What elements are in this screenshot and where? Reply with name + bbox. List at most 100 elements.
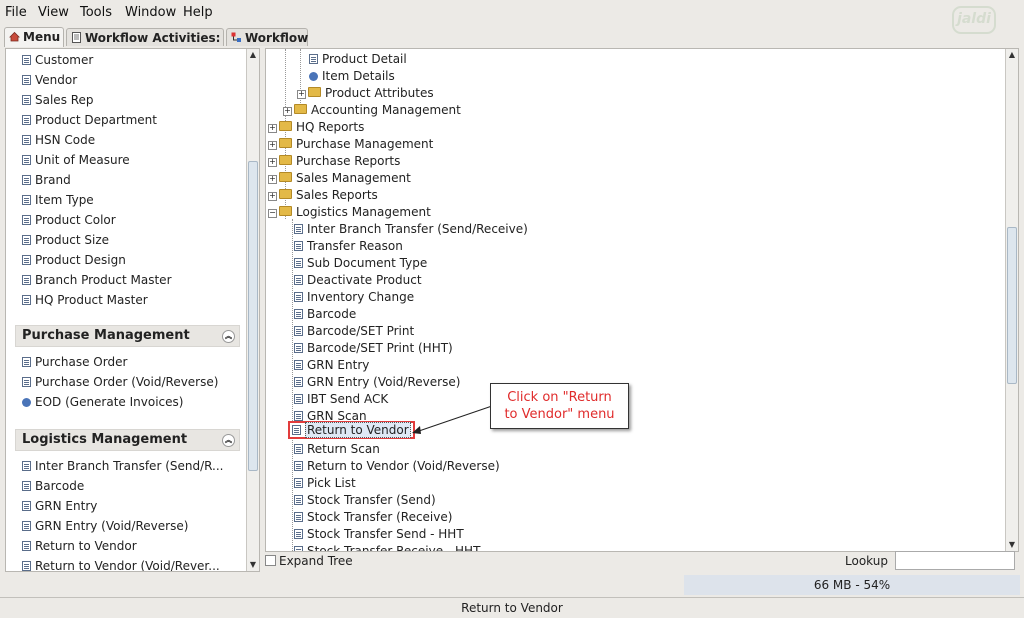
menu-file[interactable]: File: [5, 5, 27, 20]
lookup-input[interactable]: [895, 551, 1015, 570]
tree-item[interactable]: Inter Branch Transfer (Send/Receive): [294, 221, 528, 238]
tree-item[interactable]: Barcode: [294, 306, 356, 323]
scroll-up-icon[interactable]: ▲: [247, 49, 259, 61]
menu-item[interactable]: EOD (Generate Invoices): [22, 393, 183, 411]
menu-item[interactable]: Purchase Order (Void/Reverse): [22, 373, 218, 391]
menu-item[interactable]: Brand: [22, 171, 71, 189]
menu-item[interactable]: Sales Rep: [22, 91, 94, 109]
expand-icon[interactable]: +: [268, 124, 277, 133]
menu-tools[interactable]: Tools: [80, 5, 112, 20]
document-icon: [22, 561, 31, 571]
tree-item[interactable]: IBT Send ACK: [294, 391, 388, 408]
tree-item[interactable]: Deactivate Product: [294, 272, 422, 289]
menu-item[interactable]: HSN Code: [22, 131, 95, 149]
menu-item[interactable]: GRN Entry (Void/Reverse): [22, 517, 188, 535]
expand-tree-checkbox[interactable]: Expand Tree: [265, 554, 353, 568]
section-logistics-management[interactable]: Logistics Management ︽: [15, 429, 240, 451]
tree-item[interactable]: Return Scan: [294, 441, 380, 458]
tree-folder-sales-reports[interactable]: + Sales Reports: [268, 187, 378, 204]
tree-folder-accounting[interactable]: + Accounting Management: [283, 102, 461, 119]
collapse-icon[interactable]: ︽: [222, 330, 235, 343]
scroll-down-icon[interactable]: ▼: [1006, 539, 1018, 551]
menu-item[interactable]: Customer: [22, 51, 93, 69]
tree-folder-logistics-management[interactable]: − Logistics Management: [268, 204, 431, 221]
tree-item[interactable]: Pick List: [294, 475, 356, 492]
collapse-tree-icon[interactable]: −: [268, 209, 277, 218]
scroll-thumb[interactable]: [248, 161, 258, 471]
section-purchase-management[interactable]: Purchase Management ︽: [15, 325, 240, 347]
folder-icon: [308, 87, 321, 97]
tree-item[interactable]: Inventory Change: [294, 289, 414, 306]
expand-icon[interactable]: +: [268, 158, 277, 167]
tree-item[interactable]: Barcode/SET Print: [294, 323, 414, 340]
scroll-down-icon[interactable]: ▼: [247, 559, 259, 571]
workflow-icon: [231, 32, 241, 42]
tree-item-item-details[interactable]: Item Details: [309, 68, 395, 85]
folder-icon: [279, 172, 292, 182]
document-icon: [22, 461, 31, 471]
tree-item[interactable]: Sub Document Type: [294, 255, 427, 272]
menu-help[interactable]: Help: [183, 5, 213, 20]
collapse-icon[interactable]: ︽: [222, 434, 235, 447]
tree-item[interactable]: Barcode/SET Print (HHT): [294, 340, 453, 357]
tree-item[interactable]: Stock Transfer (Receive): [294, 509, 452, 526]
menu-item[interactable]: Item Type: [22, 191, 94, 209]
menu-item[interactable]: Return to Vendor: [22, 537, 137, 555]
menu-item[interactable]: Product Design: [22, 251, 126, 269]
document-icon: [22, 175, 31, 185]
expand-icon[interactable]: +: [268, 175, 277, 184]
tree-folder-purchase-reports[interactable]: + Purchase Reports: [268, 153, 400, 170]
menu-item[interactable]: Product Department: [22, 111, 157, 129]
tree-folder-purchase-management[interactable]: + Purchase Management: [268, 136, 433, 153]
tab-workflow-activities[interactable]: Workflow Activities: 0: [66, 28, 224, 63]
menu-item[interactable]: Return to Vendor (Void/Rever...: [22, 557, 220, 571]
menu-item[interactable]: Product Color: [22, 211, 116, 229]
menu-item[interactable]: Branch Product Master: [22, 271, 172, 289]
checkbox-icon[interactable]: [265, 555, 276, 566]
expand-icon[interactable]: +: [297, 90, 306, 99]
tree-item[interactable]: GRN Entry (Void/Reverse): [294, 374, 460, 391]
tab-strip: Menu Workflow Activities: 0 Workflow: [0, 26, 1024, 63]
tree-item-return-to-vendor-selected[interactable]: Return to Vendor: [288, 421, 415, 439]
tree-folder-product-attributes[interactable]: + Product Attributes: [297, 85, 434, 102]
menu-item[interactable]: Purchase Order: [22, 353, 127, 371]
menu-window[interactable]: Window: [125, 5, 176, 20]
expand-icon[interactable]: +: [283, 107, 292, 116]
memory-indicator[interactable]: 66 MB - 54%: [684, 575, 1020, 595]
tab-workflow[interactable]: Workflow: [226, 28, 308, 46]
tab-menu[interactable]: Menu: [4, 27, 64, 47]
document-icon: [22, 501, 31, 511]
menu-item[interactable]: Inter Branch Transfer (Send/R...: [22, 457, 224, 475]
menu-item[interactable]: Product Size: [22, 231, 109, 249]
expand-icon[interactable]: +: [268, 192, 277, 201]
tree-folder-sales-management[interactable]: + Sales Management: [268, 170, 411, 187]
left-scrollbar[interactable]: ▲ ▼: [246, 49, 259, 571]
tree-item[interactable]: GRN Entry: [294, 357, 369, 374]
tree-item[interactable]: Transfer Reason: [294, 238, 403, 255]
document-icon: [22, 95, 31, 105]
lookup-label: Lookup: [845, 554, 888, 568]
expand-icon[interactable]: +: [268, 141, 277, 150]
menu-item[interactable]: Unit of Measure: [22, 151, 130, 169]
tree-item-product-detail[interactable]: Product Detail: [309, 51, 407, 68]
menu-item[interactable]: GRN Entry: [22, 497, 97, 515]
document-icon: [292, 425, 301, 435]
document-icon: [22, 115, 31, 125]
document-icon: [22, 155, 31, 165]
tree-item[interactable]: Stock Transfer Send - HHT: [294, 526, 464, 543]
tree-item[interactable]: Return to Vendor (Void/Reverse): [294, 458, 500, 475]
menu-item[interactable]: Barcode: [22, 477, 84, 495]
scroll-thumb[interactable]: [1007, 227, 1017, 384]
scroll-up-icon[interactable]: ▲: [1006, 49, 1018, 61]
tree-item[interactable]: Stock Transfer (Send): [294, 492, 436, 509]
menu-item[interactable]: HQ Product Master: [22, 291, 148, 309]
tree-folder-hq-reports[interactable]: + HQ Reports: [268, 119, 364, 136]
tree-item-partial[interactable]: Stock Transfer Receive - HHT: [294, 543, 480, 551]
tree-scrollbar[interactable]: ▲ ▼: [1005, 49, 1018, 551]
menu-view[interactable]: View: [38, 5, 69, 20]
menu-item[interactable]: Vendor: [22, 71, 77, 89]
folder-icon: [279, 121, 292, 131]
document-icon: [294, 461, 303, 471]
folder-icon: [279, 138, 292, 148]
document-icon: [22, 295, 31, 305]
